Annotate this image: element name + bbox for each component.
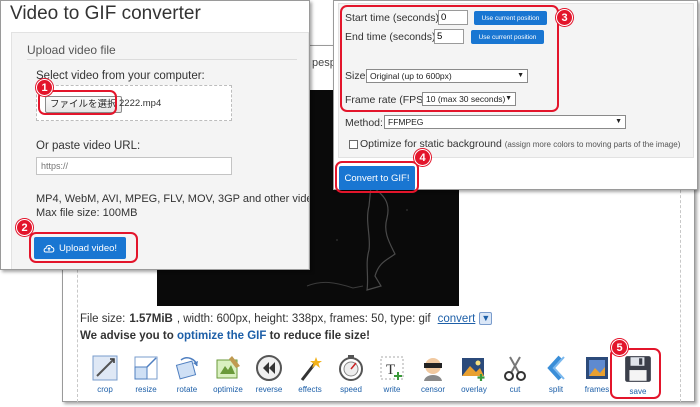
tool-cut[interactable]: cut [495,352,535,402]
convert-link[interactable]: convert [438,313,476,325]
censor-icon [424,358,442,381]
advice-prefix: We advise you to [80,330,174,342]
select-file-label: Select video from your computer: [36,70,205,82]
resize-icon [134,356,158,380]
annotation-marker-3: 3 [556,9,573,26]
annotation-marker-2: 2 [16,219,33,236]
file-info-label: File size: [80,312,126,325]
tool-label: overlay [461,385,487,394]
tool-resize[interactable]: resize [126,352,166,402]
annotation-marker-5: 5 [611,339,628,356]
advice-suffix: to reduce file size! [269,330,370,342]
optimize-static-text: Optimize for static background [360,138,502,150]
upload-window: Video to GIF converter Upload video file… [0,0,310,270]
tool-label: speed [340,385,362,394]
file-details: , width: 600px, height: 338px, frames: 5… [176,312,431,325]
tool-label: rotate [176,385,198,394]
tool-label: cut [509,385,521,394]
tool-split[interactable]: split [536,352,576,402]
write-icon: T [380,356,404,380]
optimize-static-checkbox[interactable] [349,140,358,149]
divider [27,59,297,60]
reverse-icon [256,355,282,381]
file-info: File size: 1.57MiB , width: 600px, heigh… [80,312,493,325]
optimize-gif-link[interactable]: optimize the GIF [177,330,266,342]
optimize-advice: We advise you to optimize the GIF to red… [80,330,370,342]
video-url-input[interactable] [36,157,232,175]
optimize-static-note: (assign more colors to moving parts of t… [504,140,681,149]
method-label: Method: [345,117,383,129]
tool-label: reverse [255,385,283,394]
download-icon[interactable]: ▼ [479,312,493,325]
svg-text:T: T [386,362,395,378]
selected-file-name: 2222.mp4 [119,98,162,109]
tool-label: crop [97,385,113,394]
tool-censor[interactable]: censor [413,352,453,402]
overlay-icon [462,358,485,381]
supported-formats: MP4, WebM, AVI, MPEG, FLV, MOV, 3GP and … [36,193,309,205]
annotation-marker-4: 4 [414,149,431,166]
optimize-icon [216,356,240,379]
tool-label: resize [135,385,157,394]
tool-write[interactable]: T write [372,352,412,402]
tool-label: effects [298,385,322,394]
cut-icon [504,356,526,381]
highlight-convert-button [335,161,419,193]
tool-reverse[interactable]: reverse [249,352,289,402]
tool-label: split [548,385,564,394]
effects-icon [300,357,322,381]
annotation-marker-1: 1 [36,79,53,96]
tool-optimize[interactable]: optimize [208,352,248,402]
tool-label: censor [420,385,445,394]
speed-icon [339,355,363,381]
tool-label: optimize [213,385,243,394]
method-select[interactable]: FFMPEG ▼ [384,115,626,129]
highlight-upload-button [29,232,138,263]
chevron-down-icon: ▼ [615,118,622,125]
highlight-time-settings [340,5,559,112]
edit-toolbar: crop resize rotate optimize reverse effe… [85,352,658,402]
tool-label: frames [584,385,610,394]
upload-heading: Upload video file [27,43,116,57]
crop-icon [92,355,118,381]
file-size-value: 1.57MiB [129,312,173,325]
url-label: Or paste video URL: [36,140,141,152]
tool-crop[interactable]: crop [85,352,125,402]
tool-rotate[interactable]: rotate [167,352,207,402]
tool-label: write [383,385,401,394]
page-title: Video to GIF converter [10,3,201,24]
frames-icon [586,357,608,379]
max-file-size: Max file size: 100MB [36,207,138,219]
split-icon [547,355,565,381]
optimize-static-label: Optimize for static background (assign m… [360,138,680,150]
tool-speed[interactable]: speed [331,352,371,402]
tool-effects[interactable]: effects [290,352,330,402]
method-value: FFMPEG [388,117,424,127]
rotate-icon [175,357,198,380]
tool-overlay[interactable]: overlay [454,352,494,402]
